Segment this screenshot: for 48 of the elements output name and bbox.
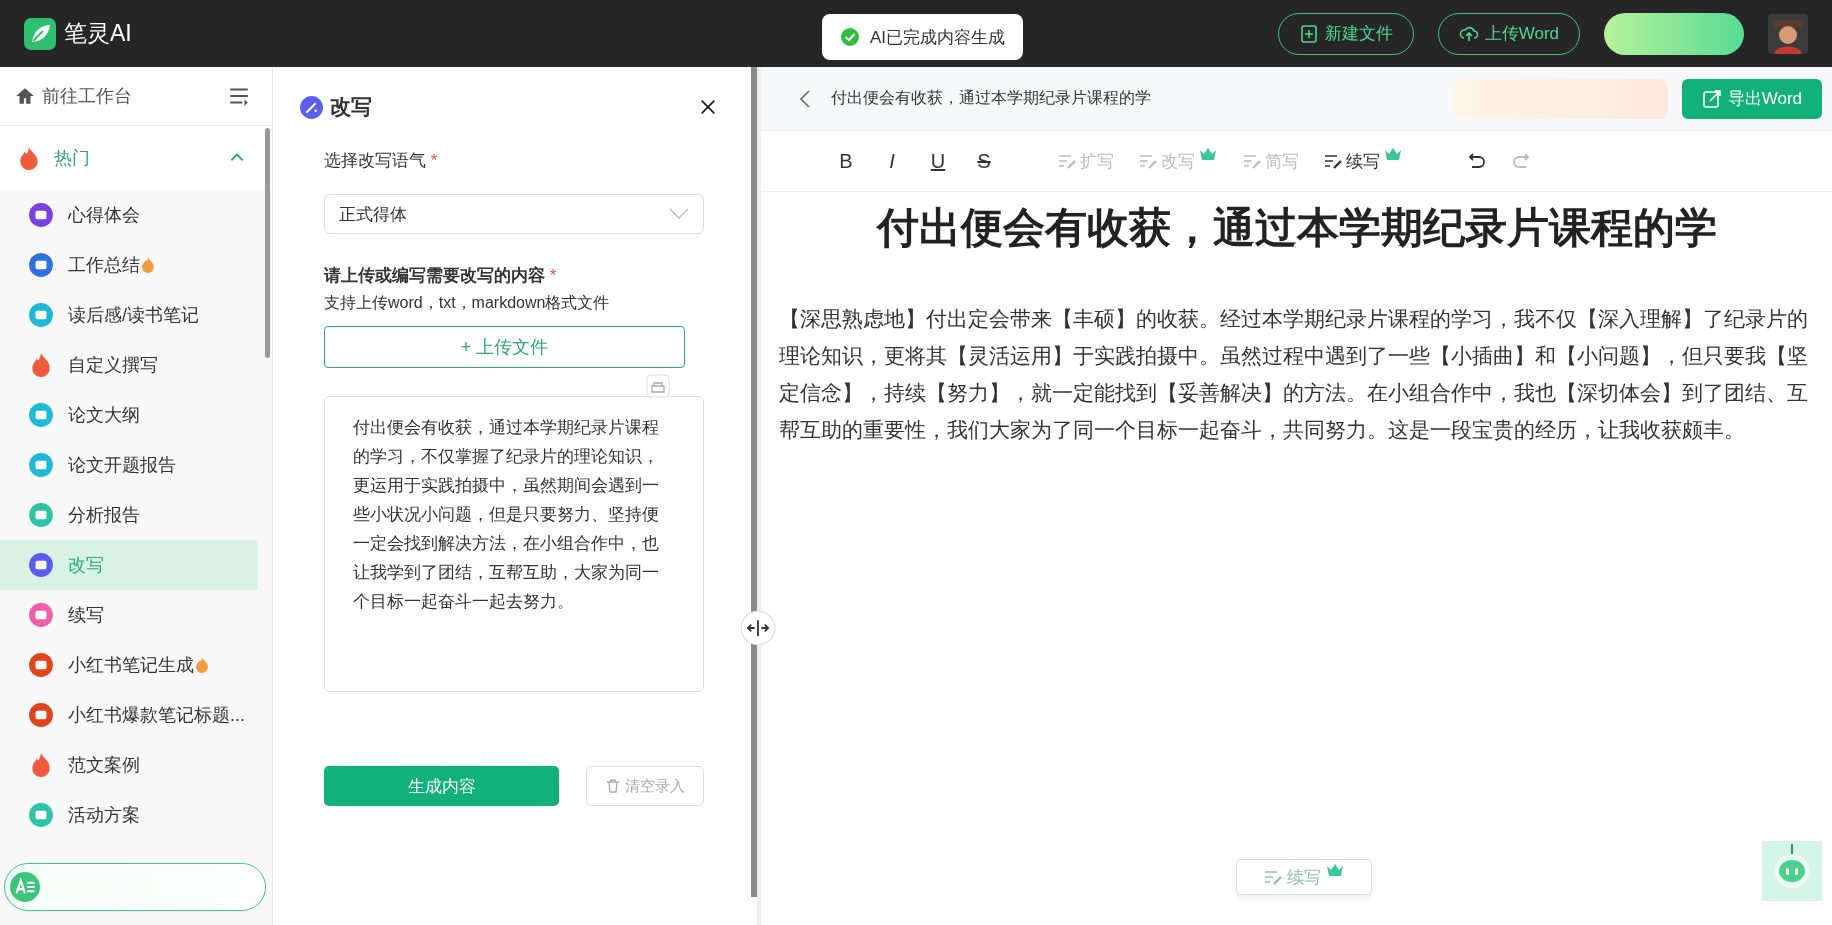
sidebar-item[interactable]: 心得体会 bbox=[0, 190, 258, 240]
toast-message: AI已完成内容生成 bbox=[870, 26, 1006, 49]
sidebar-item[interactable]: 自定义撰写 bbox=[0, 340, 258, 390]
promo-button[interactable] bbox=[1604, 12, 1744, 55]
upload-hint: 支持上传word，txt，markdown格式文件 bbox=[324, 293, 611, 313]
document-title: 付出便会有收获，通过本学期纪录片课程的学 bbox=[831, 88, 1151, 108]
app-name: 笔灵AI bbox=[64, 19, 132, 48]
content-textarea[interactable]: 付出便会有收获，通过本学期纪录片课程的学习，不仅掌握了纪录片的理论知识，更运用于实践拍摄中，虽然期间会遇到一些小状况小问题，但是只要努力、坚持便一定会找到解决方法，在小组合作中，也让我学到了团结，互帮互助，大家为同一个目标一起奋斗一起去努力。 bbox=[324, 396, 704, 692]
leaf-logo-icon bbox=[24, 17, 56, 50]
close-icon[interactable] bbox=[699, 98, 717, 116]
dropdown-icon bbox=[669, 208, 689, 220]
avatar-icon[interactable] bbox=[1768, 13, 1808, 54]
sidebar-item[interactable]: 范文案例 bbox=[0, 740, 258, 790]
crown-icon bbox=[1325, 862, 1345, 878]
back-icon[interactable] bbox=[799, 88, 811, 109]
italic-button[interactable]: I bbox=[869, 149, 915, 173]
sidebar-item[interactable]: 小红书爆款笔记标题... bbox=[0, 690, 258, 740]
bold-button[interactable]: B bbox=[823, 149, 869, 173]
success-icon bbox=[840, 27, 860, 47]
underline-button[interactable]: U bbox=[915, 149, 961, 173]
panel-title: 改写 bbox=[330, 94, 372, 120]
sidebar-item[interactable]: 分析报告 bbox=[0, 490, 258, 540]
required-mark: * bbox=[430, 151, 438, 170]
sidebar-item[interactable]: 活动方案 bbox=[0, 790, 258, 840]
document-heading: 付出便会有收获，通过本学期纪录片课程的学 bbox=[875, 203, 1718, 253]
export-icon bbox=[1701, 88, 1722, 109]
sidebar-item[interactable]: 小红书笔记生成 bbox=[0, 640, 258, 690]
trash-icon bbox=[605, 778, 621, 794]
resize-handle-icon[interactable] bbox=[740, 610, 776, 646]
redo-icon bbox=[1512, 153, 1532, 169]
undo-icon bbox=[1466, 153, 1486, 169]
required-mark: * bbox=[549, 266, 557, 285]
sidebar-item[interactable]: 论文大纲 bbox=[0, 390, 258, 440]
document-paragraph: 【深思熟虑地】付出定会带来【丰硕】的收获。经过本学期纪录片课程的学习，我不仅【深入理解】了纪录片的理论知识，更将其【灵活运用】于实践拍摄中。虽然过程中遇到了一些【小插曲】和【小问题】，但只要我【坚定信念】，持续【努力】，就一定能找到【妥善解决】的方法。在小组合作中，我也【深切体会】到了团结、互帮互助的重要性，我们大家为了同一个目标一起奋斗，共同努力。这是一段宝贵的经历，让我收获颇丰。 bbox=[778, 306, 1809, 443]
sidebar-item[interactable]: 读后感/读书笔记 bbox=[0, 290, 258, 340]
strike-button[interactable]: S bbox=[961, 149, 1007, 173]
assistant-icon bbox=[9, 871, 41, 903]
sidebar-item[interactable]: 续写 bbox=[0, 590, 258, 640]
continue-tool-button[interactable]: 续写 bbox=[1323, 149, 1403, 173]
workspace-link[interactable]: 前往工作台 bbox=[14, 84, 132, 108]
sidebar-item[interactable]: 论文开题报告 bbox=[0, 440, 258, 490]
tone-select[interactable]: 正式得体 bbox=[324, 194, 704, 234]
magic-wand-icon bbox=[299, 94, 324, 120]
sidebar-item[interactable]: 工作总结 bbox=[0, 240, 258, 290]
field-label: 选择改写语气 * bbox=[324, 150, 439, 172]
menu-icon[interactable] bbox=[228, 85, 250, 107]
add-file-icon bbox=[1298, 23, 1319, 44]
field-label: 请上传或编写需要改写的内容 * bbox=[324, 265, 558, 287]
